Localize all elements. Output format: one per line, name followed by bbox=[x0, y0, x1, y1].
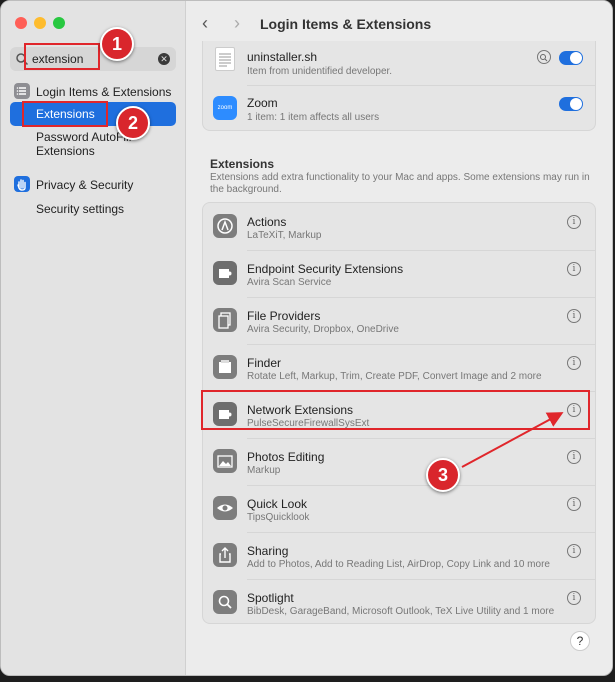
annotation-arrow bbox=[461, 412, 564, 468]
annotation-badge-3: 3 bbox=[426, 458, 460, 492]
